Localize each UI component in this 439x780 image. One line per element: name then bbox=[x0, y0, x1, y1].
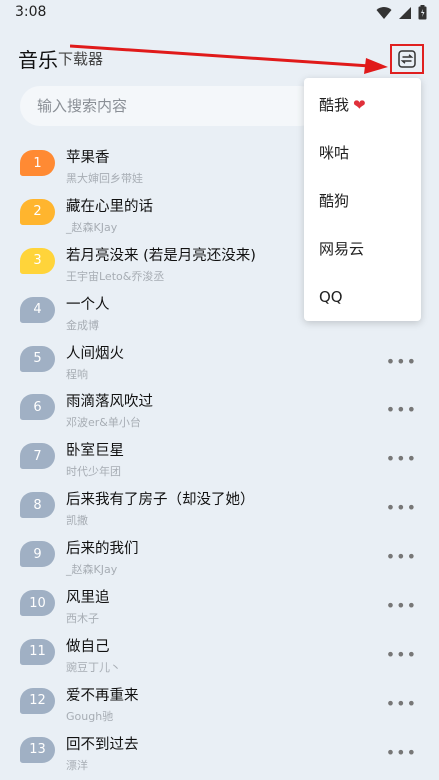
swap-icon bbox=[398, 50, 416, 68]
rank-badge: 4 bbox=[20, 296, 55, 323]
song-artist: 漂洋 bbox=[66, 758, 88, 772]
rank-badge: 12 bbox=[20, 687, 55, 714]
rank-badge: 7 bbox=[20, 443, 55, 470]
song-artist: Gough驰 bbox=[66, 709, 114, 723]
menu-item-label: 酷我 bbox=[319, 96, 350, 114]
song-artist: 豌豆丁儿丶 bbox=[66, 660, 121, 674]
rank-badge: 10 bbox=[20, 590, 55, 617]
song-artist: 西木子 bbox=[66, 612, 99, 626]
more-options-icon[interactable]: ••• bbox=[386, 596, 417, 615]
more-options-icon[interactable]: ••• bbox=[386, 352, 417, 371]
song-row[interactable]: 10 风里追西木子 ••• bbox=[0, 580, 439, 629]
song-row[interactable]: 5 人间烟火程响 ••• bbox=[0, 336, 439, 385]
song-title: 后来我有了房子（却没了她） bbox=[66, 492, 255, 509]
source-switch-button[interactable] bbox=[390, 44, 424, 74]
signal-icon bbox=[399, 6, 411, 19]
status-icons bbox=[376, 5, 427, 20]
rank-badge: 8 bbox=[20, 492, 55, 519]
rank-badge: 11 bbox=[20, 638, 55, 665]
song-title: 做自己 bbox=[66, 638, 110, 655]
song-title: 若月亮没来 (若是月亮还没来) bbox=[66, 247, 256, 264]
song-title: 爱不再重来 bbox=[66, 687, 139, 704]
menu-item-label: 网易云 bbox=[319, 240, 365, 258]
song-title: 苹果香 bbox=[66, 150, 110, 166]
song-row[interactable]: 7 卧室巨星时代少年团 ••• bbox=[0, 433, 439, 482]
more-options-icon[interactable]: ••• bbox=[386, 547, 417, 566]
search-bar[interactable] bbox=[20, 86, 320, 126]
wifi-icon bbox=[376, 6, 392, 19]
song-artist: 金成博 bbox=[66, 318, 99, 332]
more-options-icon[interactable]: ••• bbox=[386, 449, 417, 468]
app-subtitle: 下载器 bbox=[58, 50, 104, 68]
status-bar: 3:08 bbox=[0, 0, 439, 26]
song-title: 人间烟火 bbox=[66, 345, 124, 362]
more-options-icon[interactable]: ••• bbox=[386, 743, 417, 762]
song-row[interactable]: 11 做自己豌豆丁儿丶 ••• bbox=[0, 629, 439, 678]
song-title: 雨滴落风吹过 bbox=[66, 394, 153, 411]
menu-item-source[interactable]: QQ bbox=[304, 273, 421, 321]
search-input[interactable] bbox=[35, 96, 299, 116]
song-artist: 程响 bbox=[66, 367, 88, 381]
song-row[interactable]: 6 雨滴落风吹过 邓波er&单小台 ••• bbox=[0, 384, 439, 433]
song-artist: 黑大婶回乡带娃 bbox=[66, 172, 143, 185]
app-header: 音乐 下载器 bbox=[0, 36, 439, 80]
menu-item-label: QQ bbox=[319, 288, 343, 306]
source-menu: 酷我 ❤ 咪咕酷狗网易云 QQ bbox=[304, 78, 421, 321]
song-row[interactable]: 13 回不到过去漂洋 ••• bbox=[0, 727, 439, 776]
menu-item-source[interactable]: 咪咕 bbox=[304, 129, 421, 177]
song-title: 后来的我们 bbox=[66, 541, 139, 558]
song-artist: 凯撒 bbox=[66, 514, 88, 528]
song-title: 风里追 bbox=[66, 590, 110, 607]
rank-badge: 13 bbox=[20, 736, 55, 763]
rank-badge: 3 bbox=[20, 247, 55, 274]
more-options-icon[interactable]: ••• bbox=[386, 400, 417, 419]
heart-icon: ❤ bbox=[353, 96, 366, 114]
menu-item-label: 酷狗 bbox=[319, 192, 350, 210]
song-artist: _赵森KJay bbox=[66, 220, 118, 234]
more-options-icon[interactable]: ••• bbox=[386, 498, 417, 517]
song-artist: 时代少年团 bbox=[66, 465, 121, 479]
app-title: 音乐 bbox=[18, 48, 58, 72]
more-options-icon[interactable]: ••• bbox=[386, 694, 417, 713]
status-time: 3:08 bbox=[15, 4, 47, 20]
more-options-icon[interactable]: ••• bbox=[386, 645, 417, 664]
menu-item-source[interactable]: 酷狗 bbox=[304, 177, 421, 225]
song-artist: 王宇宙Leto&乔浚丞 bbox=[66, 269, 165, 283]
song-title: 一个人 bbox=[66, 296, 110, 313]
rank-badge: 2 bbox=[20, 198, 55, 225]
rank-badge: 6 bbox=[20, 394, 55, 421]
rank-badge: 9 bbox=[20, 541, 55, 568]
rank-badge: 1 bbox=[20, 150, 55, 176]
menu-item-source[interactable]: 网易云 bbox=[304, 225, 421, 273]
song-row[interactable]: 12 爱不再重来 Gough驰 ••• bbox=[0, 678, 439, 727]
menu-item-label: 咪咕 bbox=[319, 144, 350, 162]
song-row[interactable]: 8 后来我有了房子（却没了她） 凯撒 ••• bbox=[0, 482, 439, 531]
rank-badge: 5 bbox=[20, 345, 55, 372]
song-title: 藏在心里的话 bbox=[66, 198, 153, 215]
song-artist: _赵森KJay bbox=[66, 563, 118, 577]
song-artist: 邓波er&单小台 bbox=[66, 416, 141, 430]
battery-icon bbox=[418, 5, 427, 20]
song-title: 卧室巨星 bbox=[66, 443, 124, 460]
menu-item-source[interactable]: 酷我 ❤ bbox=[304, 81, 421, 129]
song-row[interactable]: 9 后来的我们 _赵森KJay ••• bbox=[0, 531, 439, 580]
song-title: 回不到过去 bbox=[66, 736, 139, 753]
